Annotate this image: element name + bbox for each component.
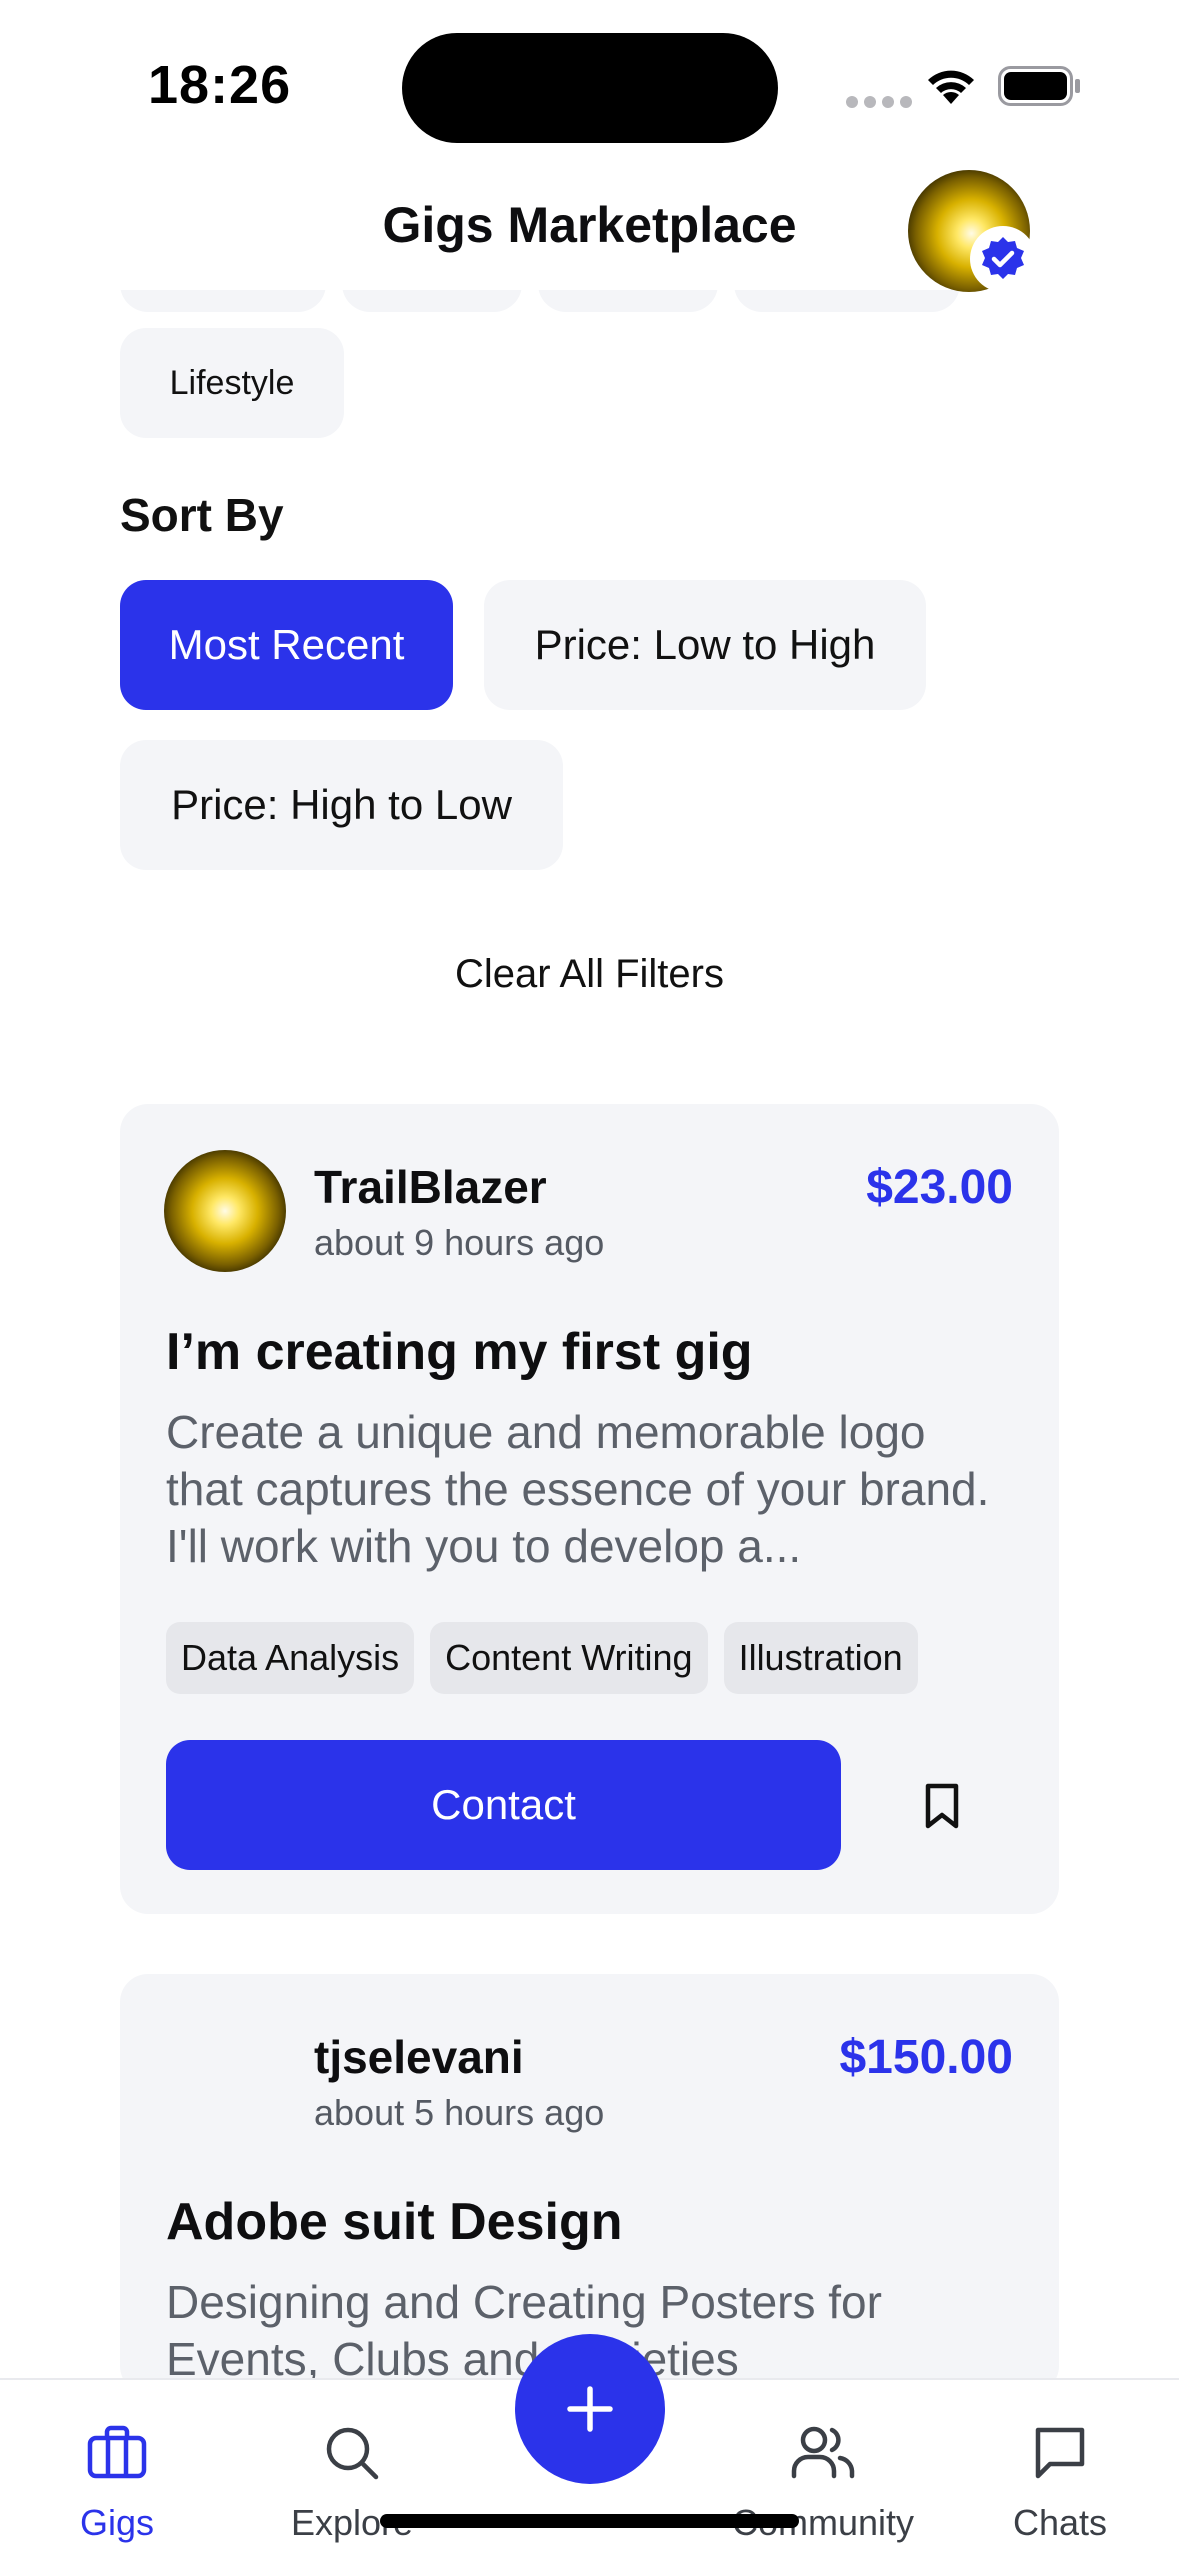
app-header: Gigs Marketplace	[0, 170, 1179, 292]
status-bar: 18:26	[0, 0, 1179, 170]
gig-price: $23.00	[866, 1161, 1013, 1214]
author-name[interactable]: TrailBlazer	[314, 1160, 547, 1214]
create-gig-button[interactable]	[515, 2334, 665, 2484]
author-name[interactable]: tjselevani	[314, 2030, 524, 2084]
gig-card[interactable]: TrailBlazer about 9 hours ago $23.00 I’m…	[120, 1104, 1059, 1914]
skill-tags: Data Analysis Content Writing Illustrati…	[166, 1622, 918, 1694]
chat-icon	[1035, 2427, 1085, 2479]
sort-price-low-high-button[interactable]: Price: Low to High	[484, 580, 926, 710]
skill-tag: Data Analysis	[166, 1622, 415, 1694]
briefcase-icon	[87, 2425, 147, 2479]
tab-gigs[interactable]: Gigs	[17, 2380, 217, 2556]
skill-tag: Content Writing	[430, 1622, 708, 1694]
gig-description: Create a unique and memorable logo that …	[166, 1406, 990, 1572]
posted-time: about 5 hours ago	[314, 2092, 605, 2133]
tab-explore[interactable]: Explore	[252, 2380, 452, 2556]
verified-badge-icon	[970, 226, 1036, 292]
cellular-signal-icon	[846, 96, 912, 108]
author-avatar[interactable]	[164, 1150, 286, 1272]
search-icon	[326, 2427, 379, 2480]
status-time: 18:26	[148, 55, 292, 115]
wifi-icon	[928, 70, 974, 104]
sort-most-recent-button[interactable]: Most Recent	[120, 580, 453, 710]
tab-label: Gigs	[79, 2502, 155, 2543]
posted-time: about 9 hours ago	[314, 1222, 605, 1263]
home-indicator[interactable]	[380, 2514, 799, 2528]
users-icon	[791, 2426, 855, 2479]
gig-title[interactable]: I’m creating my first gig	[166, 1322, 753, 1382]
gig-price: $150.00	[839, 2031, 1013, 2084]
category-chip-lifestyle[interactable]: Lifestyle	[120, 328, 344, 438]
battery-icon	[998, 66, 1080, 106]
sort-by-heading: Sort By	[120, 489, 284, 541]
tab-community[interactable]: Community	[723, 2380, 923, 2556]
clear-all-filters-link[interactable]: Clear All Filters	[0, 952, 1179, 997]
sort-price-high-low-button[interactable]: Price: High to Low	[120, 740, 563, 870]
gig-title[interactable]: Adobe suit Design	[166, 2192, 622, 2252]
contact-button[interactable]: Contact	[166, 1740, 841, 1870]
gig-card[interactable]: tjselevani about 5 hours ago $150.00 Ado…	[120, 1974, 1059, 2394]
skill-tag: Illustration	[723, 1622, 918, 1694]
plus-icon	[567, 2386, 613, 2432]
tab-chats[interactable]: Chats	[960, 2380, 1160, 2556]
dynamic-island	[402, 33, 778, 143]
tab-label: Chats	[1012, 2502, 1108, 2543]
bookmark-icon[interactable]	[920, 1782, 964, 1830]
